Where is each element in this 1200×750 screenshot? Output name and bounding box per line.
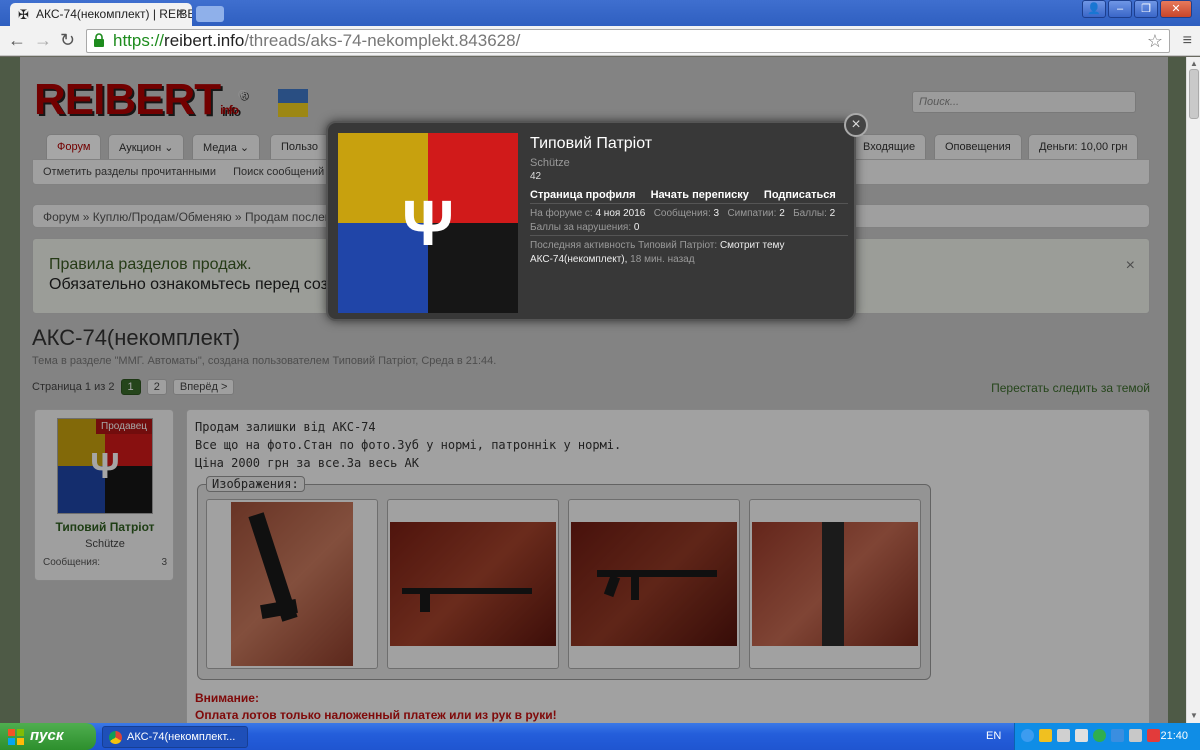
new-tab-button[interactable]: [196, 6, 224, 22]
scroll-up-icon[interactable]: ▲: [1190, 59, 1198, 68]
url-host: reibert.info: [164, 31, 245, 50]
network-icon[interactable]: [1057, 729, 1070, 742]
forum-page: REIBERTinfo® Поиск... Форум Аукцион ⌄ Ме…: [20, 57, 1168, 723]
violations-label: Баллы за нарушения:: [530, 222, 632, 233]
member-card-name[interactable]: Типовий Патріот: [530, 135, 652, 153]
display-icon[interactable]: [1129, 729, 1142, 742]
skype-icon[interactable]: [1111, 729, 1124, 742]
activity-time: 18 мин. назад: [630, 254, 695, 265]
user-profile-icon[interactable]: 👤: [1082, 0, 1106, 18]
points-label: Баллы:: [793, 208, 827, 219]
activity-action: Смотрит тему: [719, 240, 785, 251]
tray-app-icon[interactable]: [1075, 729, 1088, 742]
member-card-links: Страница профиля Начать переписку Подпис…: [530, 189, 848, 201]
security-shield-icon[interactable]: [1039, 729, 1052, 742]
address-bar[interactable]: https://reibert.info/threads/aks-74-neko…: [86, 29, 1170, 53]
member-card-stats: На форуме с: 4 ноя 2016 Сообщения: 3 Сим…: [530, 207, 850, 235]
taskbar-chrome-item[interactable]: АКС-74(некомплект...: [102, 726, 248, 748]
member-card-popup: Ψ × Типовий Патріот Schütze 42 Страница …: [326, 113, 868, 321]
messages-value: 3: [713, 208, 720, 219]
scroll-down-icon[interactable]: ▼: [1190, 711, 1198, 720]
page-viewport: REIBERTinfo® Поиск... Форум Аукцион ⌄ Ме…: [0, 57, 1186, 723]
joined-value: 4 ноя 2016: [595, 208, 646, 219]
close-window-button[interactable]: ✕: [1160, 0, 1192, 18]
tab-close-icon[interactable]: ✕: [176, 6, 186, 20]
member-card-avatar[interactable]: Ψ: [338, 133, 518, 313]
member-card-rank: Schütze: [530, 157, 570, 169]
site-favicon-icon: ✠: [18, 7, 29, 22]
browser-menu-icon[interactable]: ≡: [1183, 32, 1192, 50]
browser-tab-bar: ✠ АКС-74(некомплект) | REIBERT ✕ 👤 – ❐ ✕: [0, 0, 1200, 26]
taskbar-item-title: АКС-74(некомплект...: [127, 731, 236, 743]
likes-label: Симпатии:: [727, 208, 777, 219]
divider: [530, 203, 848, 204]
windows-taskbar: пуск АКС-74(некомплект... EN 21:40: [0, 723, 1200, 750]
utorrent-icon[interactable]: [1093, 729, 1106, 742]
restore-window-button[interactable]: ❐: [1134, 0, 1158, 18]
back-arrow-icon[interactable]: ←: [8, 30, 26, 51]
browser-toolbar: ← → ↻ https://reibert.info/threads/aks-7…: [0, 26, 1200, 56]
close-icon[interactable]: ×: [844, 113, 868, 137]
windows-logo-icon: [8, 729, 24, 745]
start-conversation-link[interactable]: Начать переписку: [651, 189, 749, 201]
back-tray-icon[interactable]: [1021, 729, 1034, 742]
language-indicator[interactable]: EN: [986, 730, 1001, 742]
activity-thread-link[interactable]: АКС-74(некомплект),: [530, 254, 627, 265]
follow-link[interactable]: Подписаться: [764, 189, 836, 201]
activity-label: Последняя активность Типовий Патріот:: [530, 240, 718, 251]
lock-icon: [94, 33, 104, 47]
messages-label: Сообщения:: [653, 208, 711, 219]
page-scrollbar[interactable]: ▲ ▼: [1186, 57, 1200, 723]
scrollbar-thumb[interactable]: [1189, 69, 1199, 119]
url-scheme: https://: [113, 31, 165, 50]
clock: 21:40: [1160, 730, 1188, 742]
likes-value: 2: [779, 208, 785, 219]
profile-page-link[interactable]: Страница профиля: [530, 189, 636, 201]
system-tray: 21:40: [1014, 723, 1200, 750]
forward-arrow-icon[interactable]: →: [34, 30, 52, 51]
bookmark-star-icon[interactable]: ☆: [1147, 31, 1163, 52]
joined-label: На форуме с:: [530, 208, 593, 219]
start-label: пуск: [30, 727, 64, 744]
start-button[interactable]: пуск: [0, 723, 96, 750]
trident-icon: Ψ: [402, 187, 454, 259]
reload-icon[interactable]: ↻: [60, 30, 75, 51]
antivirus-icon[interactable]: [1147, 729, 1160, 742]
divider: [530, 235, 848, 236]
minimize-window-button[interactable]: –: [1108, 0, 1132, 18]
browser-tab-title: АКС-74(некомплект) | REIBERT: [36, 7, 192, 21]
member-card-activity: Последняя активность Типовий Патріот: См…: [530, 239, 830, 267]
url-path: /threads/aks-74-nekomplekt.843628/: [244, 31, 521, 50]
browser-tab[interactable]: ✠ АКС-74(некомплект) | REIBERT ✕: [10, 3, 192, 26]
points-value: 2: [829, 208, 836, 219]
chrome-icon: [109, 731, 122, 744]
violations-value: 0: [633, 222, 640, 233]
member-card-number: 42: [530, 171, 542, 182]
